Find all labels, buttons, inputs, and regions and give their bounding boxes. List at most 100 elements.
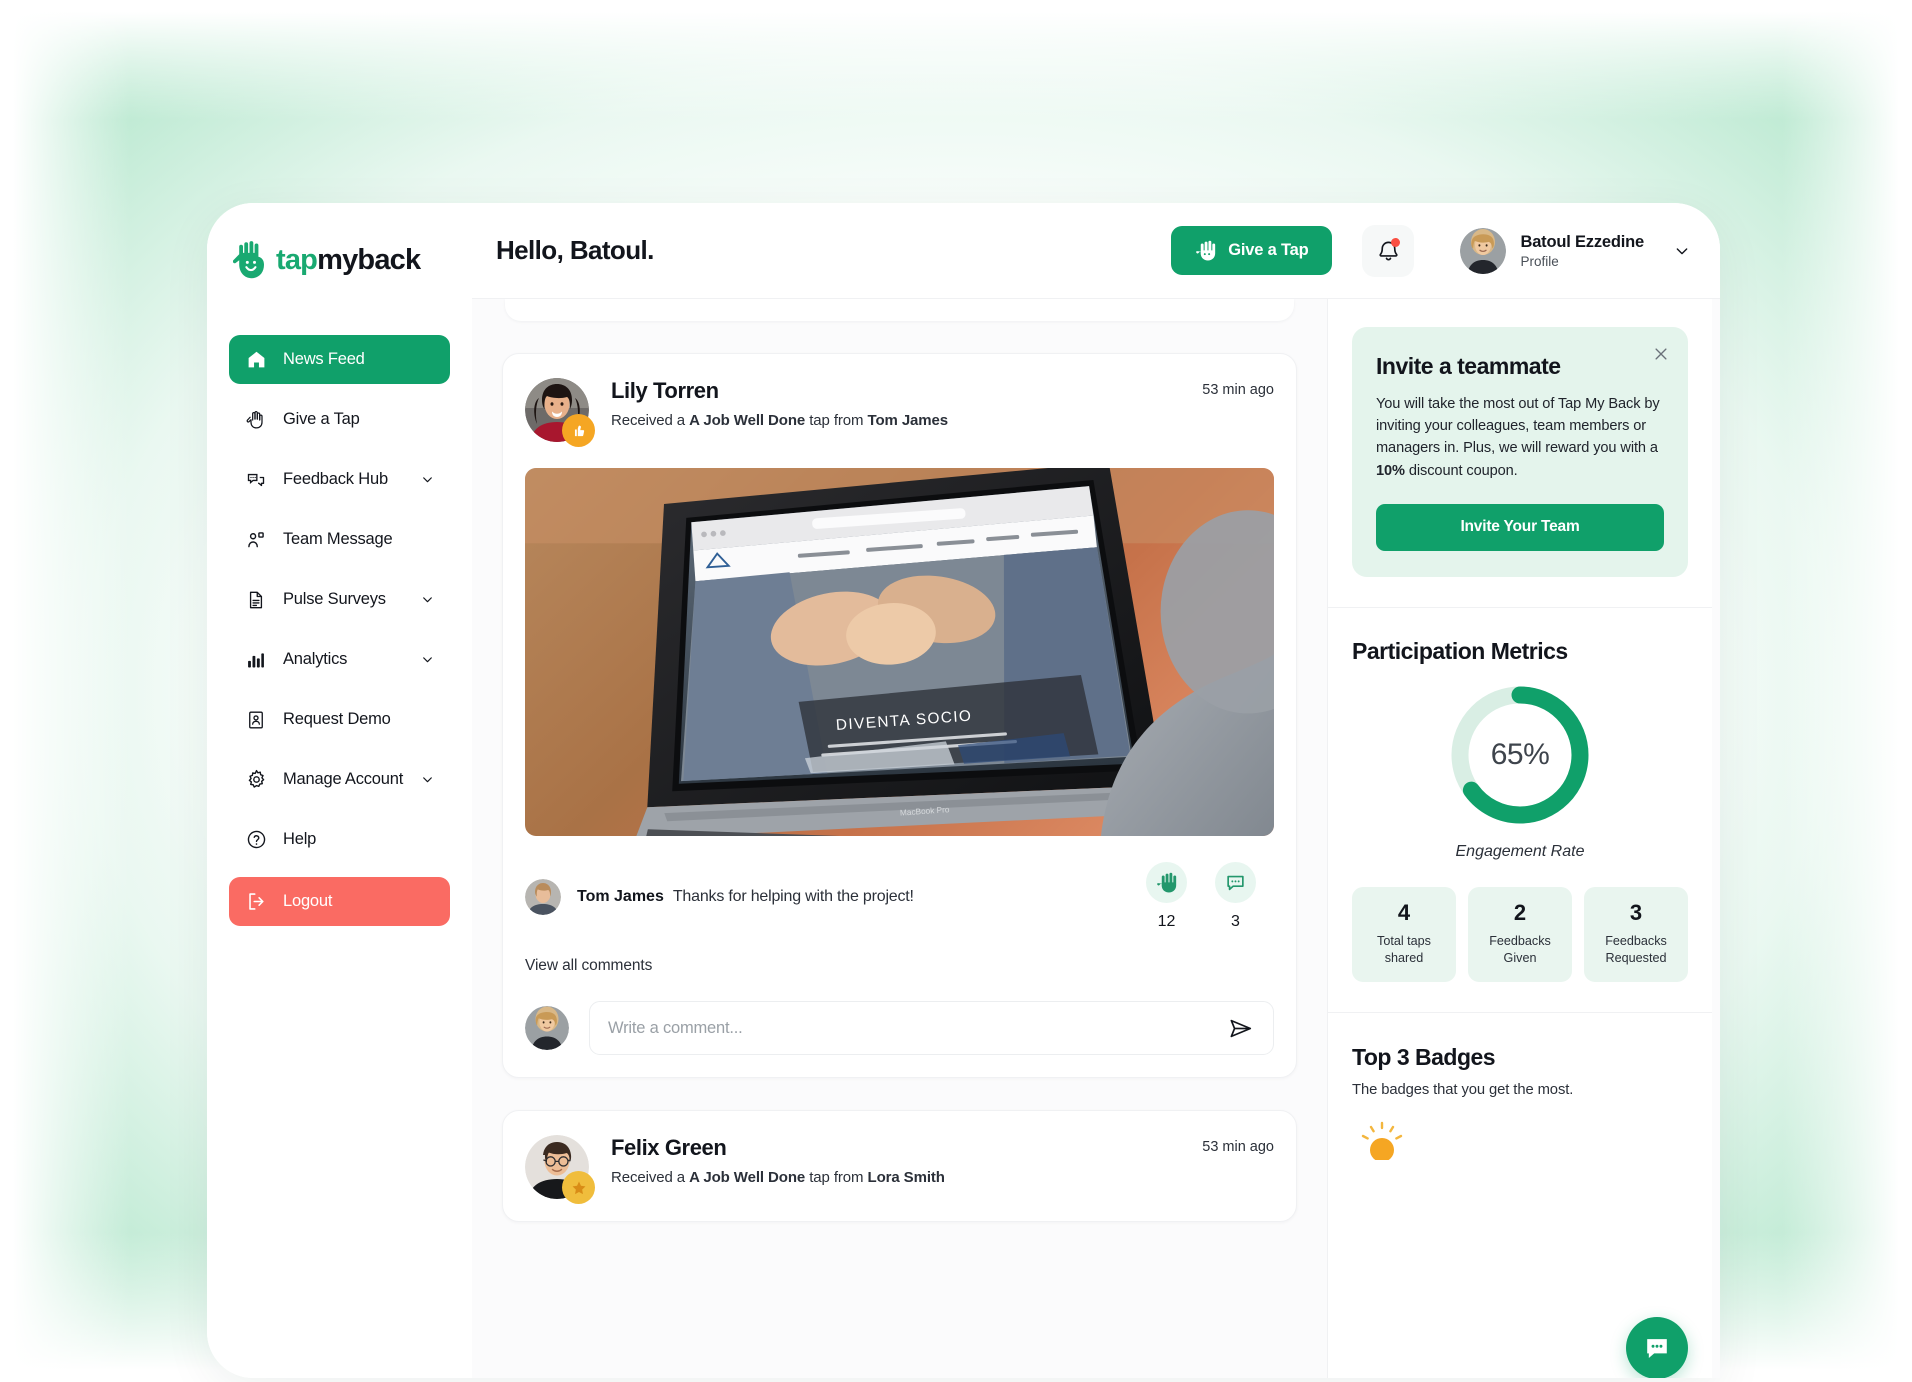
notification-dot: [1391, 237, 1401, 247]
logo-wordmark: tapmyback: [276, 243, 421, 277]
thumbs-up-badge-icon: [562, 414, 595, 447]
app-window: tapmyback News Feed Give a Tap Feedback …: [207, 203, 1720, 1378]
comment-author: Tom James: [577, 887, 664, 905]
gear-icon: [245, 769, 267, 791]
avatar: [1460, 227, 1507, 274]
sidebar-item-pulse-surveys[interactable]: Pulse Surveys: [229, 575, 450, 624]
post-sender-name: Tom James: [867, 412, 949, 429]
post-sub-middle: tap from: [805, 1169, 868, 1186]
profile-subtitle: Profile: [1520, 253, 1559, 269]
sidebar-item-label: Help: [283, 830, 317, 848]
invite-body: You will take the most out of Tap My Bac…: [1376, 393, 1664, 482]
post-avatar-wrapper: [525, 378, 595, 447]
chevron-down-icon[interactable]: [421, 653, 434, 666]
document-icon: [245, 589, 267, 611]
sidebar-item-label: Give a Tap: [283, 410, 360, 428]
stat-value: 4: [1397, 899, 1411, 925]
hand-icon: [1146, 862, 1187, 903]
profile-name: Batoul Ezzedine: [1520, 232, 1644, 251]
invite-body-part2: discount coupon.: [1404, 462, 1518, 479]
post-header: Lily Torren Received a A Job Well Done t…: [525, 378, 1274, 447]
rail-divider: [1328, 1011, 1712, 1013]
chat-support-button[interactable]: [1626, 1317, 1688, 1378]
sidebar-item-team-message[interactable]: Team Message: [229, 515, 450, 564]
write-comment-row: [525, 1001, 1274, 1055]
previous-post-peek: [505, 299, 1294, 321]
invite-discount: 10%: [1376, 462, 1405, 479]
star-badge-icon: [562, 1171, 595, 1204]
sidebar-item-help[interactable]: Help: [229, 815, 450, 864]
stat-label: Total taps shared: [1377, 933, 1431, 965]
hand-icon: [245, 409, 267, 431]
comment-input-box[interactable]: [589, 1001, 1274, 1055]
invite-your-team-button[interactable]: Invite Your Team: [1376, 503, 1664, 551]
post-card: Lily Torren Received a A Job Well Done t…: [502, 353, 1297, 1078]
post-badge-name: A Job Well Done: [689, 1169, 806, 1186]
invite-title: Invite a teammate: [1376, 353, 1561, 379]
post-reactions: 12 3: [1146, 862, 1274, 931]
top-header: Hello, Batoul. Give a Tap Batoul Ezzedin…: [472, 203, 1720, 299]
sidebar-item-label: Request Demo: [283, 710, 391, 728]
comment-icon: [1215, 862, 1256, 903]
give-a-tap-button[interactable]: Give a Tap: [1171, 226, 1333, 275]
hand-logo-icon: [233, 241, 264, 279]
logout-button[interactable]: Logout: [229, 877, 450, 926]
stat-card-feedbacks-requested: 3 Feedbacks Requested: [1584, 886, 1688, 982]
post-comment-row: Tom James Thanks for helping with the pr…: [525, 862, 1274, 931]
sidebar-item-analytics[interactable]: Analytics: [229, 635, 450, 684]
sidebar-item-label: Analytics: [283, 650, 348, 668]
sidebar-item-news-feed[interactable]: News Feed: [229, 335, 450, 384]
chat-bubble-icon: [1647, 1339, 1667, 1359]
comment-reaction-button[interactable]: 3: [1215, 862, 1256, 931]
sidebar: tapmyback News Feed Give a Tap Feedback …: [207, 203, 472, 1378]
post-timestamp: 53 min ago: [1202, 1139, 1274, 1155]
view-all-comments-link[interactable]: View all comments: [525, 957, 1274, 975]
chevron-down-icon[interactable]: [421, 593, 434, 606]
question-icon: [245, 829, 267, 851]
post-image[interactable]: DIVENTA SOCIO MacBook Pro: [525, 468, 1274, 836]
logo-myback-text: myback: [317, 243, 421, 276]
post-avatar-wrapper: [525, 1135, 595, 1204]
stat-label: Feedbacks Given: [1489, 933, 1551, 965]
avatar[interactable]: [525, 878, 561, 915]
chevron-down-icon[interactable]: [421, 473, 434, 486]
post-sub-middle: tap from: [805, 412, 868, 429]
comment-count: 3: [1231, 913, 1240, 930]
post-badge-name: A Job Well Done: [689, 412, 806, 429]
sidebar-item-give-a-tap[interactable]: Give a Tap: [229, 395, 450, 444]
logout-icon: [245, 891, 267, 913]
profile-menu[interactable]: Batoul Ezzedine Profile: [1460, 227, 1690, 274]
sidebar-item-feedback-hub[interactable]: Feedback Hub: [229, 455, 450, 504]
logo-tap-text: tap: [276, 243, 318, 276]
participation-stats: 4 Total taps shared 2 Feedbacks Given 3 …: [1352, 886, 1688, 982]
post-sub-prefix: Received a: [611, 1169, 690, 1186]
chevron-down-icon[interactable]: [1674, 243, 1690, 259]
sidebar-item-label: Team Message: [283, 530, 393, 548]
profile-text: Batoul Ezzedine Profile: [1520, 233, 1644, 269]
sidebar-item-label: Pulse Surveys: [283, 590, 386, 608]
bar-chart-icon: [245, 649, 267, 671]
close-icon[interactable]: [1652, 345, 1670, 363]
send-comment-button[interactable]: [1226, 1016, 1255, 1041]
sun-badge-icon: [1361, 1121, 1403, 1160]
home-icon: [245, 349, 267, 371]
sidebar-item-manage-account[interactable]: Manage Account: [229, 755, 450, 804]
post-sender-name: Lora Smith: [867, 1169, 945, 1186]
chevron-down-icon[interactable]: [421, 773, 434, 786]
invite-teammate-card: Invite a teammate You will take the most…: [1352, 327, 1688, 577]
sidebar-item-label: Manage Account: [283, 770, 404, 788]
notifications-button[interactable]: [1362, 224, 1415, 277]
avatar: [525, 1006, 569, 1050]
app-logo[interactable]: tapmyback: [207, 230, 472, 290]
tap-count: 12: [1157, 913, 1176, 930]
comment-input[interactable]: [608, 1018, 1226, 1038]
post-subtitle: Received a A Job Well Done tap from Lora…: [611, 1169, 945, 1186]
news-feed-column: Lily Torren Received a A Job Well Done t…: [472, 299, 1327, 1378]
sidebar-item-request-demo[interactable]: Request Demo: [229, 695, 450, 744]
tap-reaction-button[interactable]: 12: [1146, 862, 1187, 931]
post-author-name: Felix Green: [611, 1135, 727, 1160]
post-author-block: Felix Green Received a A Job Well Done t…: [611, 1135, 945, 1186]
post-subtitle: Received a A Job Well Done tap from Tom …: [611, 412, 948, 429]
engagement-donut-chart: 65% Engagement Rate: [1352, 683, 1688, 861]
engagement-rate-caption: Engagement Rate: [1455, 842, 1585, 860]
